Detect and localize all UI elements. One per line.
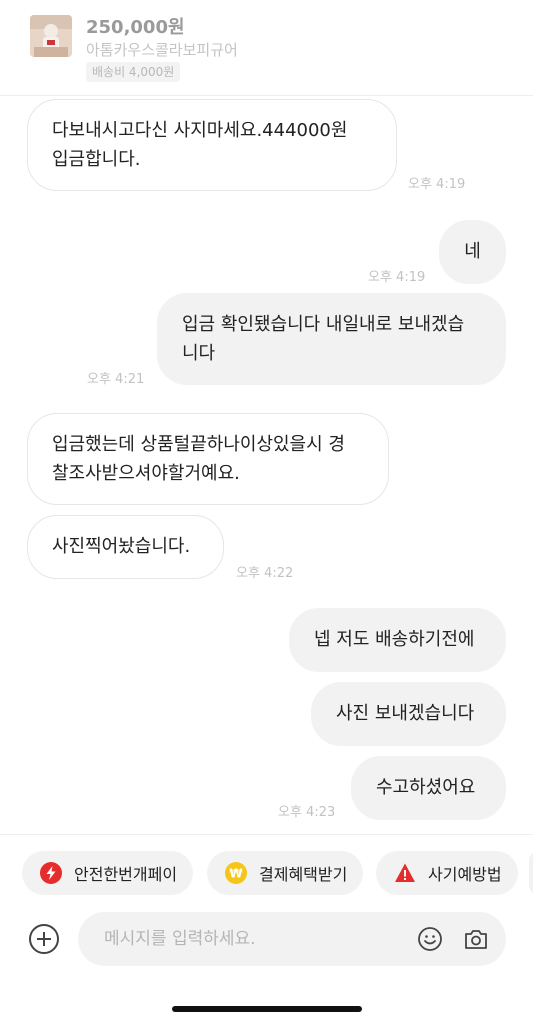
won-coin-icon: ₩ <box>225 862 247 884</box>
message-bubble-sent[interactable]: 입금 확인됐습니다 내일내로 보내겠습 니다 <box>157 293 506 385</box>
plus-circle-icon[interactable] <box>28 923 60 955</box>
message-time: 오후 4:19 <box>368 270 426 285</box>
product-name: 아톰카우스콜라보피규어 <box>86 41 238 59</box>
product-thumbnail[interactable] <box>30 15 72 57</box>
message-bubble-sent[interactable]: 넵 저도 배송하기전에 <box>289 608 506 672</box>
message-time: 오후 4:21 <box>87 372 145 387</box>
safe-pay-chip[interactable]: 안전한번개페이 <box>22 851 194 895</box>
message-line: 넵 저도 배송하기전에 <box>314 629 475 650</box>
message-bubble-received[interactable]: 입금했는데 상품털끝하나이상있을시 경 찰조사받으셔야할거예요. <box>27 413 389 505</box>
message-line: 입금했는데 상품털끝하나이상있을시 경 <box>52 434 345 455</box>
message-bubble-sent[interactable]: 사진 보내겠습니다 <box>311 682 506 746</box>
message-line: 수고하셨어요 <box>376 777 476 798</box>
message-line: 다보내시고다신 사지마세요.444000원 <box>52 120 348 141</box>
message-line: 입금합니다. <box>52 149 141 170</box>
product-header[interactable]: 250,000원 아톰카우스콜라보피규어 배송비 4,000원 <box>0 0 533 96</box>
message-bubble-sent[interactable]: 수고하셨어요 <box>351 756 506 820</box>
message-bubble-sent[interactable]: 네 <box>439 220 506 284</box>
message-time: 오후 4:19 <box>408 177 466 192</box>
message-line: 네 <box>464 241 481 262</box>
message-line: 니다 <box>182 343 216 364</box>
product-price: 250,000원 <box>86 17 185 38</box>
smiley-icon[interactable] <box>417 926 443 952</box>
message-line: 사진 보내겠습니다 <box>336 703 475 724</box>
message-composer <box>78 912 506 966</box>
payment-benefit-chip[interactable]: ₩ 결제혜택받기 <box>207 851 364 895</box>
camera-icon[interactable] <box>463 926 489 952</box>
chip-label: 사기예방법 <box>428 865 502 884</box>
quick-action-bar: 안전한번개페이 ₩ 결제혜택받기 사기예방법 <box>0 834 533 908</box>
message-bubble-received[interactable]: 다보내시고다신 사지마세요.444000원 입금합니다. <box>27 99 397 191</box>
message-line: 찰조사받으셔야할거예요. <box>52 463 240 484</box>
message-line: 사진찍어놨습니다. <box>52 536 191 557</box>
message-bubble-received[interactable]: 사진찍어놨습니다. <box>27 515 224 579</box>
lightning-icon <box>40 862 62 884</box>
svg-text:₩: ₩ <box>229 867 243 881</box>
message-line: 입금 확인됐습니다 내일내로 보내겠습 <box>182 314 465 335</box>
home-indicator[interactable] <box>172 1006 362 1012</box>
warning-icon <box>395 863 415 882</box>
message-time: 오후 4:23 <box>278 805 336 820</box>
more-chip-partial[interactable] <box>529 851 533 895</box>
chip-label: 안전한번개페이 <box>74 865 178 884</box>
message-time: 오후 4:22 <box>236 566 294 581</box>
message-input[interactable] <box>104 912 404 966</box>
fraud-prevention-chip[interactable]: 사기예방법 <box>376 851 518 895</box>
shipping-fee-badge: 배송비 4,000원 <box>86 62 181 82</box>
chip-label: 결제혜택받기 <box>259 865 348 884</box>
